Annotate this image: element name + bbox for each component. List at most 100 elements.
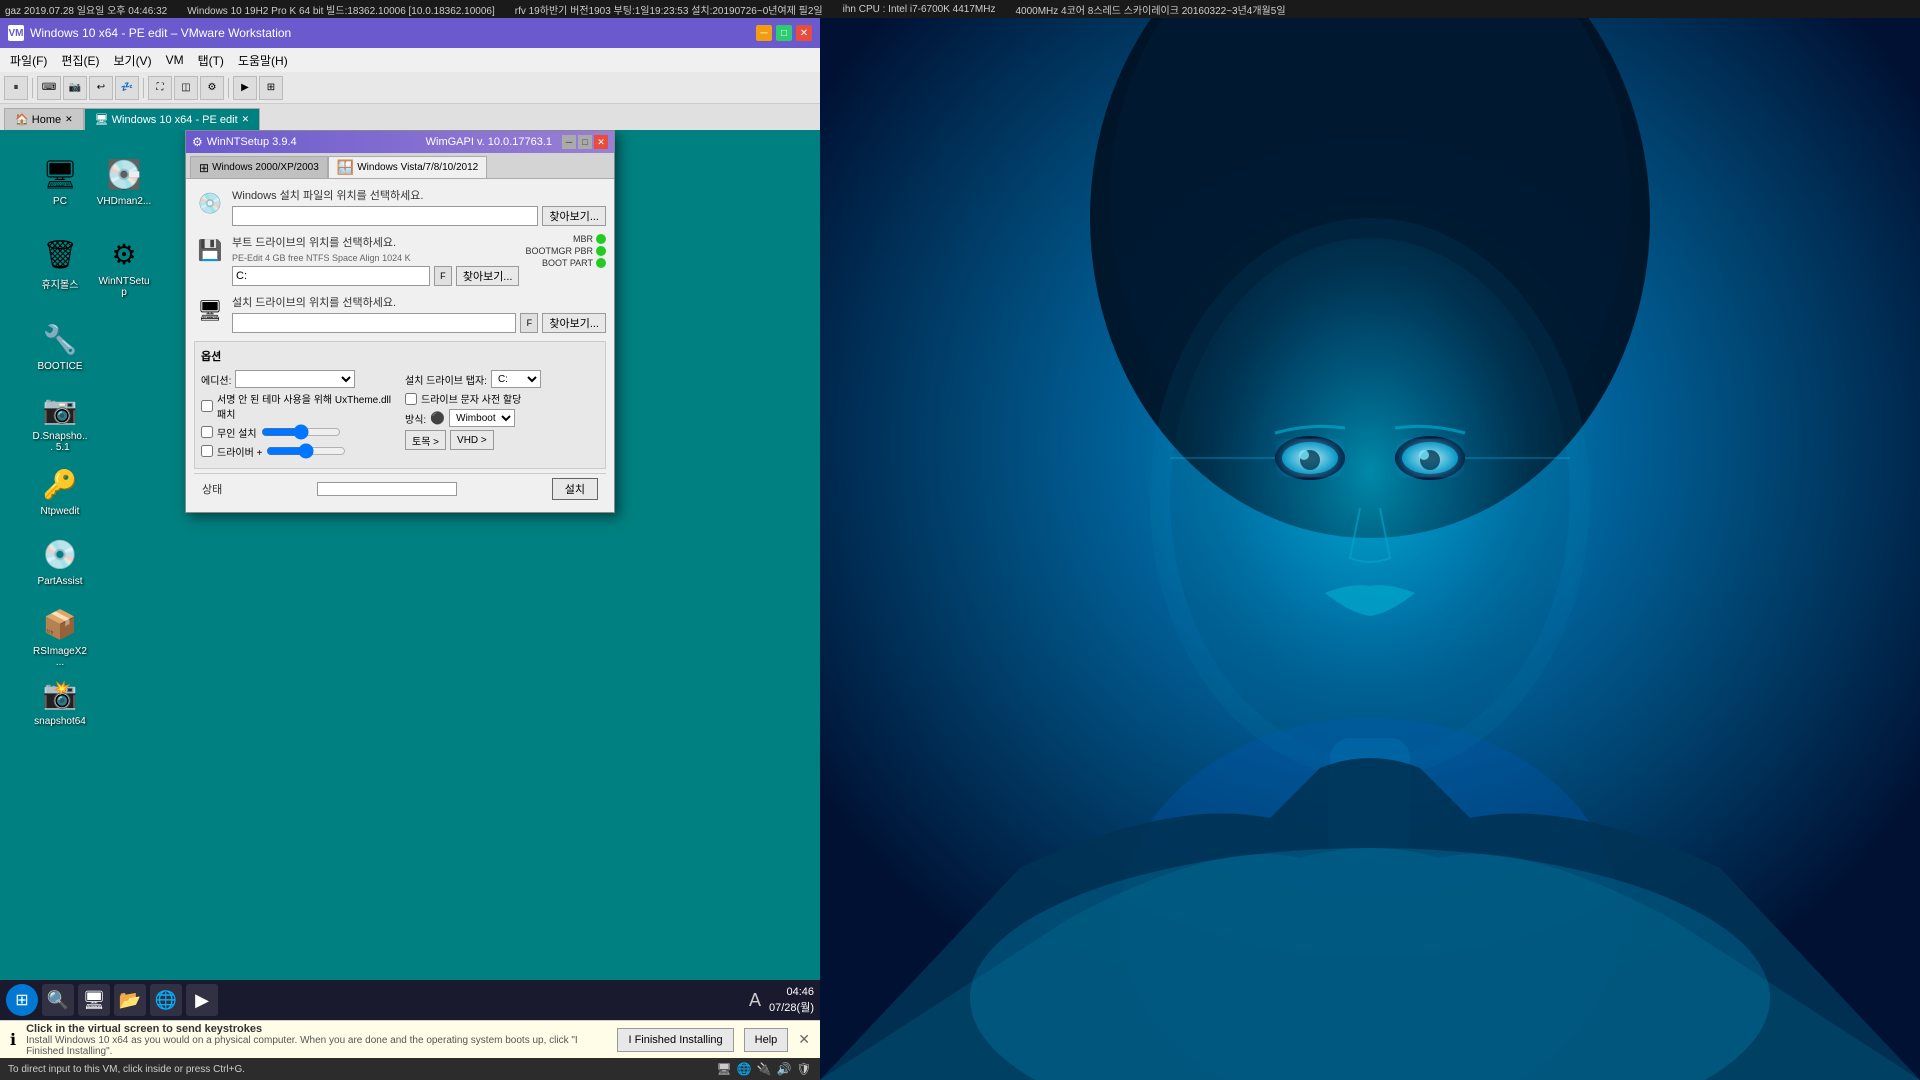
desktop-icon-recycle[interactable]: 🗑 휴지볼스 <box>28 230 92 295</box>
toolbar-snapshot[interactable]: 📷 <box>63 76 87 100</box>
boot-drive-input-row: F 찾아보기... <box>232 266 519 286</box>
desktop-icon-ntpwedit[interactable]: 🔑 Ntpwedit <box>28 460 92 521</box>
status-network-icon[interactable]: 🌐 <box>736 1061 752 1077</box>
boot-drive-browse[interactable]: 찾아보기... <box>456 266 520 286</box>
winnt-close[interactable]: ✕ <box>594 135 608 149</box>
fontdict-checkbox[interactable] <box>405 393 417 405</box>
bootice-icon: 🔧 <box>40 319 80 359</box>
topbar-item-0: gaz 2019.07.28 일요일 오후 04:46:32 <box>5 2 167 17</box>
tools-button[interactable]: 토목 > <box>405 430 446 450</box>
toolbar-prefs[interactable]: ⚙ <box>200 76 224 100</box>
close-button[interactable]: ✕ <box>796 25 812 41</box>
bootpart-label: BOOT PART <box>542 258 593 268</box>
install-drive-input[interactable] <box>232 313 516 333</box>
start-button[interactable]: ⊞ <box>6 984 38 1016</box>
menu-tabs[interactable]: 탭(T) <box>192 50 230 71</box>
partassist-icon: 💿 <box>40 534 80 574</box>
status-label: 상태 <box>202 481 222 497</box>
windows-file-browse[interactable]: 찾아보기... <box>542 206 606 226</box>
home-tab-close[interactable]: ✕ <box>65 114 73 125</box>
boot-drive-section: 💾 부트 드라이브의 위치를 선택하세요. PE-Edit 4 GB free … <box>194 234 606 286</box>
vm-desktop[interactable]: 🖥 PC 💽 VHDman2... 🗑 휴지볼스 ⚙ WinNTSetup 🔧 … <box>0 130 820 980</box>
tab-vm[interactable]: 🖥 Windows 10 x64 - PE edit ✕ <box>84 108 261 130</box>
toolbar-unity[interactable]: ◫ <box>174 76 198 100</box>
install-drive-browse[interactable]: 찾아보기... <box>542 313 606 333</box>
driver-label: 드라이버 + <box>217 444 262 459</box>
install-drive-label: 설치 드라이브의 위치를 선택하세요. <box>232 294 606 310</box>
edition-select[interactable] <box>235 370 355 388</box>
toolbar-revert[interactable]: ↩ <box>89 76 113 100</box>
desktop-icon-partassist[interactable]: 💿 PartAssist <box>28 530 92 591</box>
toolbar-more[interactable]: ▶ <box>233 76 257 100</box>
desktop-icon-vhdman[interactable]: 💽 VHDman2... <box>92 150 156 211</box>
windows-file-label: Windows 설치 파일의 위치를 선택하세요. <box>232 187 606 203</box>
toolbar-suspend[interactable]: 💤 <box>115 76 139 100</box>
toolbar-sep-3 <box>228 78 229 98</box>
status-usb-icon[interactable]: 🔌 <box>756 1061 772 1077</box>
taskbar-cortana[interactable]: 🔍 <box>42 984 74 1016</box>
driver-checkbox[interactable] <box>201 445 213 457</box>
windows-file-input-row: 찾아보기... <box>232 206 606 226</box>
uxtheme-label: 서명 안 된 테마 사용을 위해 UxTheme.dll 패치 <box>217 391 395 421</box>
winnt-tab-vista[interactable]: 🪟 Windows Vista/7/8/10/2012 <box>328 156 487 178</box>
mbr-led <box>596 234 606 244</box>
install-drive-select[interactable]: C: <box>491 370 541 388</box>
taskbar-cmd[interactable]: ▶ <box>186 984 218 1016</box>
minimize-button[interactable]: ─ <box>756 25 772 41</box>
finished-installing-button[interactable]: I Finished Installing <box>617 1028 733 1052</box>
desktop-icon-winntsetup[interactable]: ⚙ WinNTSetup <box>92 230 156 302</box>
toolbar-pause[interactable]: ⏸ <box>4 76 28 100</box>
cortana-svg <box>820 18 1920 1080</box>
method-label: 방식: <box>405 411 426 426</box>
winnt-tab-xp[interactable]: ⊞ Windows 2000/XP/2003 <box>190 156 328 178</box>
desktop-icon-snapshot64[interactable]: 📸 snapshot64 <box>28 670 92 731</box>
tools-vhd-row: 토목 > VHD > <box>405 430 599 450</box>
menu-file[interactable]: 파일(F) <box>4 50 53 71</box>
maximize-button[interactable]: □ <box>776 25 792 41</box>
status-security-icon[interactable]: 🛡 <box>796 1061 812 1077</box>
method-select[interactable]: Wimboot <box>449 409 515 427</box>
tab-home[interactable]: 🏠 Home ✕ <box>4 108 84 130</box>
toolbar-fullscreen[interactable]: ⛶ <box>148 76 172 100</box>
unattend-row: 무인 설치 <box>201 424 395 440</box>
menu-view[interactable]: 보기(V) <box>107 50 157 71</box>
menu-vm[interactable]: VM <box>160 51 190 69</box>
desktop-icon-dsnapshot[interactable]: 📷 D.Snapsho... 5.1 <box>28 385 92 457</box>
unattend-label: 무인 설치 <box>217 425 257 440</box>
desktop-icon-bootice[interactable]: 🔧 BOOTICE <box>28 315 92 376</box>
unattend-slider[interactable] <box>261 424 341 440</box>
boot-drive-input[interactable] <box>232 266 430 286</box>
winnt-minimize[interactable]: ─ <box>562 135 576 149</box>
unattend-checkbox[interactable] <box>201 426 213 438</box>
status-audio-icon[interactable]: 🔊 <box>776 1061 792 1077</box>
driver-row: 드라이버 + <box>201 443 395 459</box>
desktop-icon-pc[interactable]: 🖥 PC <box>28 150 92 211</box>
winnt-tab-vista-label: Windows Vista/7/8/10/2012 <box>357 162 478 173</box>
toolbar-extra[interactable]: ⊞ <box>259 76 283 100</box>
desktop-icon-rsimagex[interactable]: 📦 RSImageX2... <box>28 600 92 672</box>
fontdict-row: 드라이브 문자 사전 할당 <box>405 391 599 406</box>
vm-notification-bar: ℹ Click in the virtual screen to send ke… <box>0 1020 820 1058</box>
install-drive-flag[interactable]: F <box>520 313 538 333</box>
install-button[interactable]: 설치 <box>552 478 598 500</box>
taskbar-explorer[interactable]: 📂 <box>114 984 146 1016</box>
vm-tab-close[interactable]: ✕ <box>242 114 250 125</box>
vmware-tabs: 🏠 Home ✕ 🖥 Windows 10 x64 - PE edit ✕ <box>0 104 820 130</box>
menu-help[interactable]: 도움말(H) <box>232 50 294 71</box>
taskbar-browser[interactable]: 🌐 <box>150 984 182 1016</box>
vmware-window-controls: ─ □ ✕ <box>756 25 812 41</box>
windows-file-input[interactable] <box>232 206 538 226</box>
uxtheme-checkbox[interactable] <box>201 400 213 412</box>
status-screen-icon[interactable]: 🖥 <box>716 1061 732 1077</box>
toolbar-send-ctrl[interactable]: ⌨ <box>37 76 61 100</box>
taskbar-terminal[interactable]: 🖥 <box>78 984 110 1016</box>
winnt-maximize[interactable]: □ <box>578 135 592 149</box>
notification-close[interactable]: ✕ <box>798 1031 810 1048</box>
toolbar-sep-2 <box>143 78 144 98</box>
driver-slider[interactable] <box>266 443 346 459</box>
vhd-button[interactable]: VHD > <box>450 430 494 450</box>
boot-drive-label: 부트 드라이브의 위치를 선택하세요. <box>232 234 519 250</box>
help-button[interactable]: Help <box>744 1028 789 1052</box>
boot-drive-flag[interactable]: F <box>434 266 452 286</box>
menu-edit[interactable]: 편집(E) <box>55 50 105 71</box>
